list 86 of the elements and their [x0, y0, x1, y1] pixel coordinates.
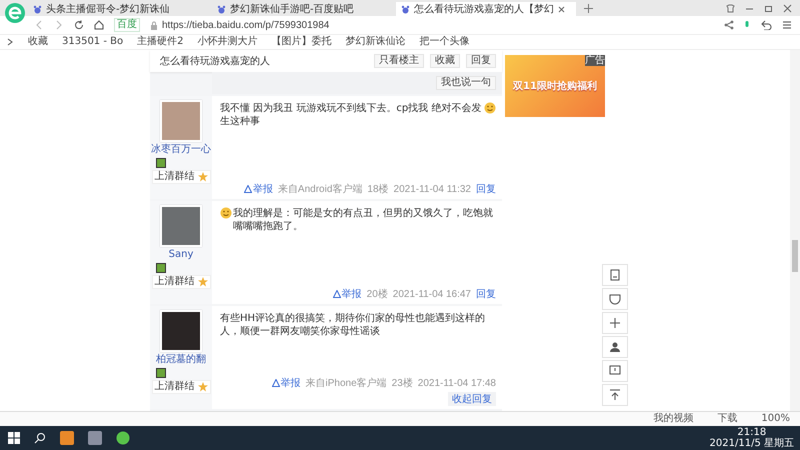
- close-icon[interactable]: [783, 4, 792, 12]
- report-label: 举报: [280, 376, 301, 390]
- clock-time[interactable]: 21:18: [737, 427, 766, 438]
- medal-icon: [156, 158, 166, 168]
- reply-link[interactable]: 收起回复: [448, 392, 496, 406]
- level-title: 上清群结: [154, 381, 194, 393]
- report-label: 举报: [342, 288, 362, 301]
- level-title: 上清群结: [154, 276, 194, 288]
- bookmark-item[interactable]: 梦幻新诛仙论: [346, 36, 406, 48]
- ad-label: 广告: [585, 55, 605, 66]
- browser-tab[interactable]: 怎么看待玩游戏嘉宠的人【梦幻: [396, 2, 576, 16]
- level-title: 上清群结: [154, 171, 194, 183]
- maximize-icon[interactable]: [764, 4, 773, 12]
- person-icon[interactable]: [608, 340, 622, 354]
- username-link[interactable]: Sany: [168, 249, 194, 261]
- username-link[interactable]: 柏冠墓的翻: [156, 354, 206, 366]
- windows-start-icon[interactable]: [8, 432, 20, 444]
- share-icon[interactable]: [724, 20, 734, 30]
- thread-title: 怎么看待玩游戏嘉宠的人: [160, 54, 270, 68]
- client-source: 来自iPhone客户端: [306, 376, 387, 390]
- tab-title: 头条主播倔哥令-梦幻新诛仙: [46, 2, 170, 16]
- paw-icon: [33, 4, 42, 14]
- post-time: 2021-11-04 16:47: [392, 288, 471, 300]
- medal-icon: [156, 263, 166, 273]
- tab-title: 梦幻新诛仙手游吧-百度贴吧: [230, 2, 354, 16]
- floor-number: 20楼: [366, 288, 388, 301]
- reply-link[interactable]: 回复: [476, 287, 496, 301]
- browser-tab[interactable]: 梦幻新诛仙手游吧-百度贴吧: [212, 2, 392, 16]
- lock-icon: [150, 20, 158, 30]
- sidebar-toggle-icon[interactable]: [6, 38, 14, 46]
- report-link[interactable]: 举报: [244, 182, 273, 196]
- refresh-icon[interactable]: [74, 20, 84, 30]
- floor-number: 23楼: [392, 376, 413, 390]
- clock-date[interactable]: 2021/11/5 星期五: [710, 438, 794, 449]
- browser-tab[interactable]: 头条主播倔哥令-梦幻新诛仙: [28, 2, 208, 16]
- status-item[interactable]: 100%: [761, 413, 790, 425]
- reply-button[interactable]: 我也说一句: [436, 76, 496, 90]
- bookmark-icon[interactable]: [608, 268, 622, 282]
- avatar-placeholder[interactable]: [160, 310, 202, 352]
- report-label: 举报: [252, 182, 273, 196]
- bookmark-item[interactable]: 把一个头像: [420, 36, 470, 48]
- post-time: 2021-11-04 17:48: [418, 378, 496, 388]
- menu-icon[interactable]: [782, 20, 792, 30]
- star-icon: [198, 277, 208, 287]
- tab-title: 怎么看待玩游戏嘉宠的人【梦幻: [414, 2, 554, 16]
- warning-icon: [244, 185, 252, 193]
- post-text: 我不懂 因为我丑 玩游戏玩不到线下去。cp找我 绝对不会发生这种事: [220, 102, 482, 128]
- star-icon: [198, 172, 208, 182]
- ad-banner[interactable]: 广告 双11限时抢购福利: [505, 55, 605, 117]
- paw-icon: [217, 4, 226, 14]
- post-text: 我的理解是：可能是女的有点丑，但男的又饿久了，吃饱就嘴嘴嘴拖跑了。: [233, 207, 494, 233]
- header-button[interactable]: 只看楼主: [374, 54, 424, 68]
- reply-link[interactable]: 回复: [476, 182, 496, 196]
- bookmark-item[interactable]: 主播硬件2: [137, 36, 184, 48]
- floor-number: 18楼: [367, 182, 389, 196]
- header-button[interactable]: 回复: [466, 54, 496, 68]
- close-icon[interactable]: [558, 6, 565, 12]
- star-icon: [198, 382, 208, 392]
- medal-icon: [156, 368, 166, 378]
- post-time: 2021-11-04 11:32: [394, 184, 471, 194]
- bookmark-item[interactable]: 收藏: [28, 36, 48, 48]
- browser-app-icon[interactable]: [116, 431, 130, 445]
- bookmark-item[interactable]: 【图片】委托: [272, 36, 332, 48]
- header-button[interactable]: 收藏: [430, 54, 460, 68]
- bookmark-item[interactable]: 小怀井测大片: [198, 36, 258, 48]
- client-source: 来自Android客户端: [278, 182, 362, 196]
- undo-icon[interactable]: [760, 20, 772, 30]
- post-text: 有些HH评论真的很搞笑，期待你们家的母性也能遇到这样的人，顺便一群网友嘲笑你家母性谣谈: [220, 312, 486, 338]
- warning-icon: [332, 290, 341, 298]
- bookmark-item[interactable]: 313501 - Bo: [62, 36, 124, 48]
- status-item[interactable]: 我的视频: [653, 413, 694, 425]
- scrollbar-thumb[interactable]: [792, 240, 798, 272]
- back-to-top-icon[interactable]: [608, 388, 622, 402]
- site-badge: 百度: [114, 18, 140, 32]
- ad-headline: 双11限时抢购福利: [513, 80, 597, 93]
- url-text[interactable]: https://tieba.baidu.com/p/7599301984: [162, 20, 330, 30]
- search-icon[interactable]: [34, 432, 46, 444]
- report-link[interactable]: 举报: [332, 287, 362, 301]
- report-link[interactable]: 举报: [272, 376, 301, 390]
- plus-icon[interactable]: [608, 316, 622, 330]
- warning-icon: [272, 379, 280, 387]
- home-icon[interactable]: [94, 20, 104, 30]
- username-link[interactable]: 冰枣百万一心: [151, 144, 211, 156]
- status-item[interactable]: 下载: [717, 413, 738, 425]
- paw-icon: [401, 4, 410, 14]
- new-tab-icon[interactable]: [584, 4, 593, 13]
